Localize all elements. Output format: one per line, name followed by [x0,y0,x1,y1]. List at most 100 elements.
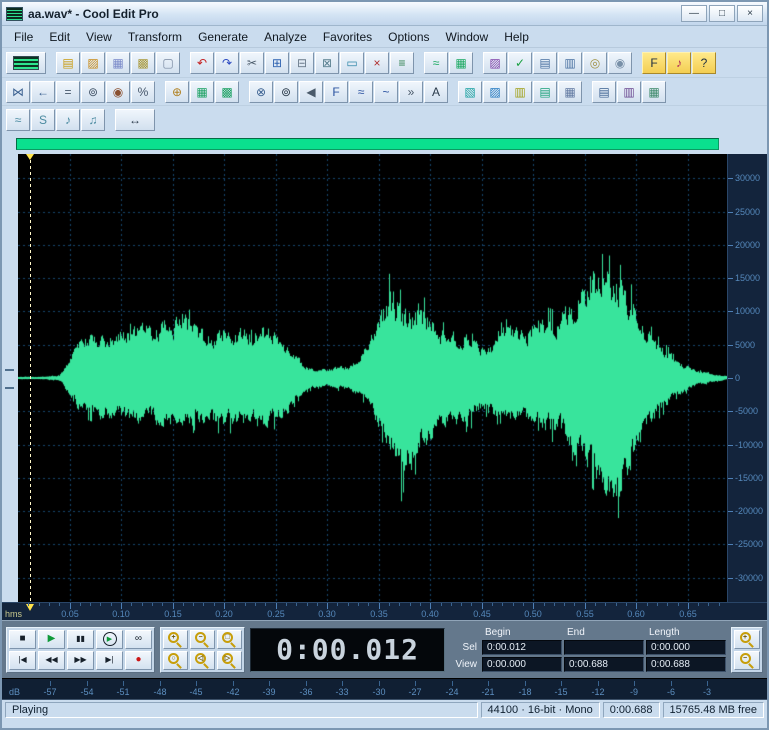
record-button[interactable]: ● [125,651,152,670]
go-to-beginning-button[interactable]: |◀ [9,651,36,670]
scale-percent-button[interactable]: % [131,81,155,103]
play-button[interactable]: ▶ [38,630,65,649]
pan-expand-button[interactable]: ◀ [299,81,323,103]
level-match-button[interactable]: = [56,81,80,103]
zoom-to-selection-button[interactable]: □ [217,630,242,649]
menu-transform[interactable]: Transform [120,27,190,47]
menu-favorites[interactable]: Favorites [315,27,380,47]
save-file-button[interactable]: ▦ [106,52,130,74]
play-looped-button[interactable]: ▶ [96,630,123,649]
cut-button[interactable]: ✂ [240,52,264,74]
center-cursor-button[interactable]: ◉ [106,81,130,103]
help-button[interactable]: ? [692,52,716,74]
file-properties-button[interactable]: ▢ [156,52,180,74]
cd-player-button[interactable]: ◎ [583,52,607,74]
minimize-button[interactable]: — [681,5,707,22]
cue-list-button[interactable]: ▤ [533,52,557,74]
menu-view[interactable]: View [78,27,120,47]
new-file-button[interactable]: ▤ [56,52,80,74]
waveform-view-button[interactable]: ≈ [424,52,448,74]
waveform-canvas[interactable] [18,154,727,602]
clip-restoration-button[interactable]: ▥ [508,81,532,103]
zoom-in-button[interactable]: + [163,630,188,649]
session-grid-button[interactable]: ▩ [215,81,239,103]
play-list-window-button[interactable]: ▥ [617,81,641,103]
fast-forward-button[interactable]: ▶▶ [67,651,94,670]
delay-effect-button[interactable]: ⊚ [274,81,298,103]
copy-button[interactable]: ⊞ [265,52,289,74]
noise-reduction-button[interactable]: ▧ [458,81,482,103]
reverb-button[interactable]: » [399,81,423,103]
go-to-end-button[interactable]: ▶| [96,651,123,670]
menu-edit[interactable]: Edit [41,27,78,47]
play-list-button[interactable]: ▥ [558,52,582,74]
cursor-top-marker[interactable] [26,154,34,160]
close-button[interactable]: × [737,5,763,22]
rewind-button[interactable]: ◀◀ [38,651,65,670]
mix-paste-button[interactable]: ⊠ [315,52,339,74]
normalize-button[interactable]: A [424,81,448,103]
time-ruler[interactable]: hms 0.050.100.150.200.250.300.350.400.45… [2,602,767,620]
menu-file[interactable]: File [6,27,41,47]
scripts-batch-button[interactable]: ▨ [483,52,507,74]
click-removal-button[interactable]: ▨ [483,81,507,103]
generate-noise-button[interactable]: ♪ [56,109,80,131]
snap-grid-button[interactable]: ▦ [190,81,214,103]
pause-button[interactable]: ▮▮ [67,630,94,649]
open-file-button[interactable]: ▨ [81,52,105,74]
amplitude-ruler[interactable]: 300002500020000150001000050000-5000-1000… [727,154,767,602]
amplify-button[interactable]: ≈ [349,81,373,103]
level-meter[interactable]: dB -57-54-51-48-45-42-39-36-33-30-27-24-… [2,678,767,700]
spectral-repair-button[interactable]: ▦ [558,81,582,103]
scrub-tool-button[interactable]: ↔ [115,109,155,131]
menu-generate[interactable]: Generate [190,27,256,47]
hiss-reduction-button[interactable]: ▤ [533,81,557,103]
find-tool-button[interactable]: ⊚ [81,81,105,103]
function-keys-button[interactable]: F [642,52,666,74]
generate-dtmf-button[interactable]: ♫ [81,109,105,131]
cue-list-window-button[interactable]: ▤ [592,81,616,103]
selview-cell-view-begin[interactable]: 0:00.000 [482,657,562,672]
vertical-zoom-out-button[interactable]: − [734,651,760,670]
trim-button[interactable]: ▭ [340,52,364,74]
play-to-end-button[interactable]: ∞ [125,630,152,649]
convert-sample-type-button[interactable]: ≡ [390,52,414,74]
selview-cell-view-length[interactable]: 0:00.688 [646,657,726,672]
clipboard-viewer-button[interactable]: ◉ [608,52,632,74]
generate-silence-button[interactable]: ≈ [6,109,30,131]
selview-cell-sel-begin[interactable]: 0:00.012 [482,640,562,655]
zoom-out-button[interactable]: − [190,630,215,649]
marker-tool-button[interactable]: ⋈ [6,81,30,103]
titlebar[interactable]: aa.wav* - Cool Edit Pro —□× [2,2,767,26]
zoom-full-button[interactable]: ○ [163,651,188,670]
spectral-view-button[interactable]: ▦ [449,52,473,74]
group-blocks-button[interactable]: ⊕ [165,81,189,103]
favorites-tool-button[interactable]: ♪ [667,52,691,74]
menu-analyze[interactable]: Analyze [256,27,315,47]
waveform-multitrack-toggle-button[interactable] [6,52,46,74]
maximize-button[interactable]: □ [709,5,735,22]
fft-filter-button[interactable]: F [324,81,348,103]
overview-bar[interactable] [16,138,719,150]
zoom-left-edge-button[interactable]: ◁ [190,651,215,670]
selview-cell-sel-end[interactable] [564,640,644,655]
envelope-button[interactable]: ~ [374,81,398,103]
time-display[interactable]: 0:00.012 [250,628,445,672]
batch-verify-button[interactable]: ✓ [508,52,532,74]
delete-selection-button[interactable]: × [365,52,389,74]
save-as-button[interactable]: ▩ [131,52,155,74]
nudge-left-button[interactable]: ← [31,81,55,103]
stop-button[interactable]: ■ [9,630,36,649]
undo-button[interactable]: ↶ [190,52,214,74]
menu-window[interactable]: Window [438,27,497,47]
vertical-zoom-in-button[interactable]: + [734,630,760,649]
menu-options[interactable]: Options [380,27,437,47]
frequency-analysis-button[interactable]: ⊗ [249,81,273,103]
selview-cell-sel-length[interactable]: 0:00.000 [646,640,726,655]
waveform-display[interactable] [18,154,727,602]
menu-help[interactable]: Help [496,27,537,47]
redo-button[interactable]: ↷ [215,52,239,74]
selview-cell-view-end[interactable]: 0:00.688 [564,657,644,672]
generate-tones-button[interactable]: S [31,109,55,131]
zoom-right-edge-button[interactable]: ▷ [217,651,242,670]
